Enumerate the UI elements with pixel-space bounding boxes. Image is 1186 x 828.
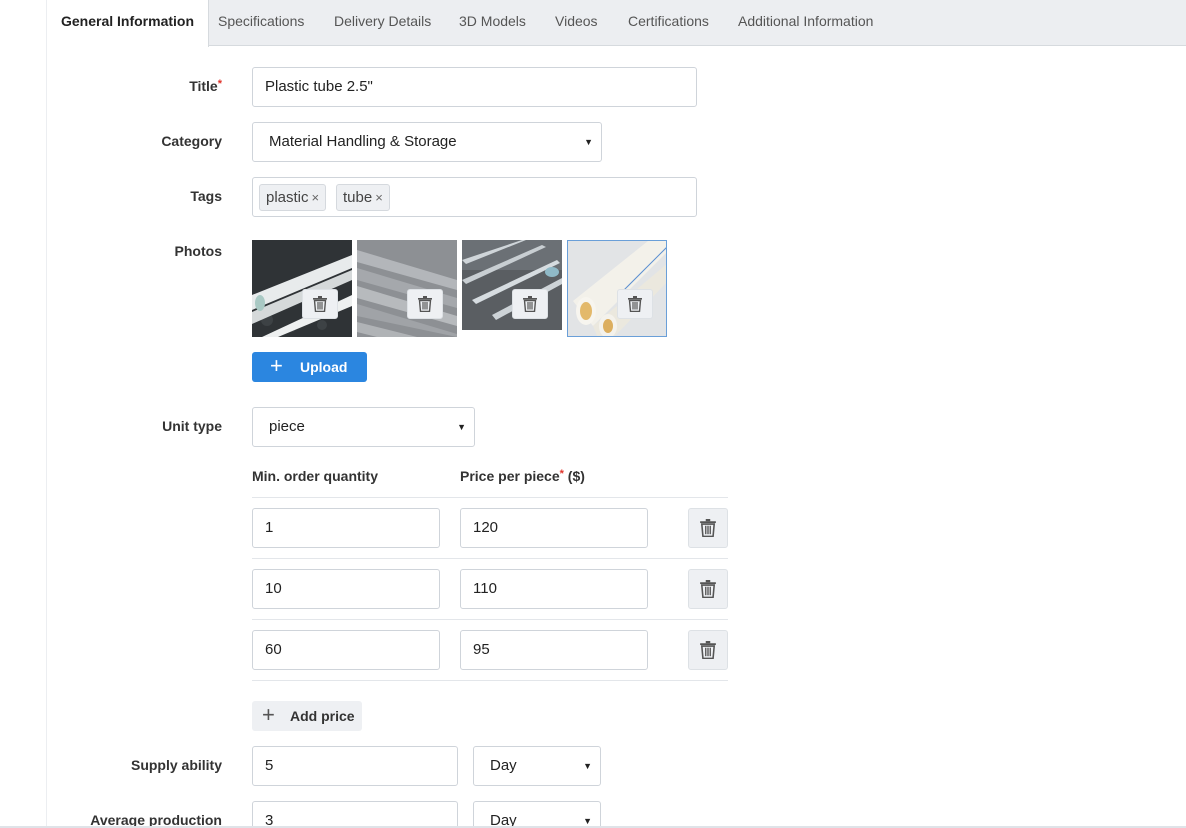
plus-icon: +	[270, 353, 283, 378]
average-production-period-select[interactable]: Day ▼	[473, 801, 601, 828]
delete-price-button[interactable]	[688, 508, 728, 548]
delete-photo-button[interactable]	[617, 289, 653, 319]
caret-down-icon: ▼	[583, 816, 592, 826]
delete-photo-button[interactable]	[512, 289, 548, 319]
trash-icon	[313, 296, 327, 312]
left-gutter	[0, 0, 47, 828]
supply-ability-input[interactable]: 5	[252, 746, 458, 786]
min-order-quantity-input[interactable]: 60	[252, 630, 440, 670]
delete-photo-button[interactable]	[407, 289, 443, 319]
tags-input[interactable]: plastic × tube ×	[252, 177, 697, 217]
photo-thumbnail-selected[interactable]	[567, 240, 667, 337]
remove-tag-icon[interactable]: ×	[375, 190, 383, 205]
category-label: Category	[161, 133, 222, 149]
photo-thumbnail[interactable]	[252, 240, 352, 337]
average-production-input[interactable]: 3	[252, 801, 458, 828]
row-divider	[252, 558, 728, 559]
title-label: Title*	[189, 78, 222, 94]
upload-button[interactable]: + Upload	[252, 352, 367, 382]
required-mark: *	[217, 78, 222, 90]
tab-certifications[interactable]: Certifications	[628, 0, 709, 46]
supply-period-value: Day	[490, 757, 517, 774]
tag-chip: plastic ×	[259, 184, 327, 211]
row-divider	[252, 497, 728, 498]
photos-label: Photos	[174, 243, 222, 259]
category-value: Material Handling & Storage	[269, 133, 457, 150]
trash-icon	[418, 296, 432, 312]
min-order-quantity-input[interactable]: 1	[252, 508, 440, 548]
caret-down-icon: ▼	[583, 761, 592, 771]
tab-bar: General Information Specifications Deliv…	[47, 0, 1186, 47]
tag-chip: tube ×	[336, 184, 390, 211]
tab-specifications[interactable]: Specifications	[218, 0, 304, 46]
trash-icon	[700, 580, 716, 598]
unit-type-label: Unit type	[162, 418, 222, 434]
tab-3d-models[interactable]: 3D Models	[459, 0, 526, 46]
trash-icon	[628, 296, 642, 312]
remove-tag-icon[interactable]: ×	[312, 190, 320, 205]
row-divider	[252, 619, 728, 620]
plus-icon: +	[262, 702, 275, 727]
tab-additional-information[interactable]: Additional Information	[738, 0, 873, 46]
row-divider	[252, 680, 728, 681]
required-mark: *	[559, 468, 564, 480]
min-order-header: Min. order quantity	[252, 468, 378, 484]
min-order-quantity-input[interactable]: 10	[252, 569, 440, 609]
price-input[interactable]: 120	[460, 508, 648, 548]
supply-period-select[interactable]: Day ▼	[473, 746, 601, 786]
delete-price-button[interactable]	[688, 569, 728, 609]
add-price-button[interactable]: + Add price	[252, 701, 362, 731]
price-header: Price per piece* ($)	[460, 468, 585, 484]
unit-type-select[interactable]: piece ▼	[252, 407, 475, 447]
tab-delivery-details[interactable]: Delivery Details	[334, 0, 431, 46]
unit-type-value: piece	[269, 418, 305, 435]
trash-icon	[700, 641, 716, 659]
title-input[interactable]: Plastic tube 2.5"	[252, 67, 697, 107]
delete-price-button[interactable]	[688, 630, 728, 670]
delete-photo-button[interactable]	[302, 289, 338, 319]
tags-label: Tags	[190, 188, 222, 204]
price-input[interactable]: 95	[460, 630, 648, 670]
tab-general-information[interactable]: General Information	[47, 0, 210, 47]
caret-down-icon: ▼	[457, 422, 466, 432]
category-select[interactable]: Material Handling & Storage ▼	[252, 122, 602, 162]
caret-down-icon: ▼	[584, 137, 593, 147]
tab-videos[interactable]: Videos	[555, 0, 598, 46]
supply-ability-label: Supply ability	[130, 757, 222, 773]
price-input[interactable]: 110	[460, 569, 648, 609]
trash-icon	[523, 296, 537, 312]
trash-icon	[700, 519, 716, 537]
photo-thumbnail[interactable]	[357, 240, 457, 337]
